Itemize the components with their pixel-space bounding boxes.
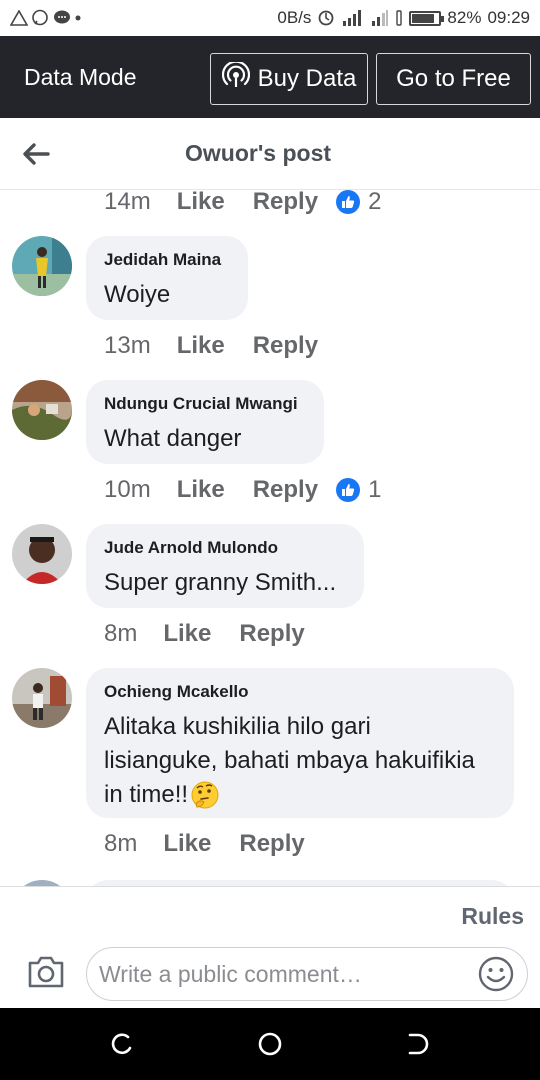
signal-2-icon	[371, 9, 389, 27]
recents-icon	[111, 1033, 132, 1055]
reaction-number: 2	[368, 190, 382, 215]
like-link[interactable]: Like	[163, 620, 211, 648]
avatar[interactable]	[12, 524, 72, 584]
warning-triangle-icon	[10, 10, 28, 26]
signal-icon	[341, 9, 365, 27]
reply-link[interactable]: Reply	[253, 190, 318, 216]
buy-data-label: Buy Data	[257, 65, 357, 92]
data-mode-bar: Data Mode Buy Data Go to Free	[0, 36, 540, 118]
comment-text-line: Alitaka kushikilia hilo gari	[104, 713, 371, 740]
smiley-icon	[478, 956, 514, 992]
like-link[interactable]: Like	[177, 476, 225, 504]
comment-meta-row: 8m Like Reply	[104, 830, 305, 858]
status-right: 0B/s 82% 09:29	[277, 8, 530, 28]
reply-link[interactable]: Reply	[253, 476, 318, 504]
comment-text: What danger	[104, 425, 242, 452]
comment-meta-row: 8m Like Reply	[104, 620, 305, 648]
comment-text: Super granny Smith...	[104, 569, 337, 596]
comment-meta-row: 13m Like Reply	[104, 332, 318, 360]
like-link[interactable]: Like	[163, 830, 211, 858]
reaction-count[interactable]: 2	[336, 190, 381, 216]
battery-level	[412, 13, 434, 23]
dot-icon	[75, 15, 81, 21]
data-mode-title: Data Mode	[24, 63, 137, 90]
comment-bubble[interactable]: Jude Arnold Mulondo Super granny Smith..…	[86, 524, 364, 608]
broadcast-icon	[221, 60, 250, 97]
comment-time: 10m	[104, 476, 151, 503]
comment-author[interactable]: Jedidah Maina	[104, 250, 230, 270]
like-link[interactable]: Like	[177, 332, 225, 360]
comment-author[interactable]: Ochieng Mcakello	[104, 682, 496, 702]
reply-link[interactable]: Reply	[239, 830, 304, 858]
back-nav-icon	[408, 1033, 429, 1055]
chat-icon	[52, 9, 72, 27]
comment-bubble[interactable]: Ochieng Mcakello Alitaka kushikilia hilo…	[86, 668, 514, 818]
comment-composer-area: Rules Write a public comment…	[0, 886, 540, 1008]
camera-icon	[28, 956, 64, 988]
back-nav-button[interactable]	[404, 1030, 432, 1058]
comment-meta-row: 14m Like Reply 2	[104, 190, 381, 216]
thumbs-up-icon	[336, 190, 361, 214]
thumbs-up-icon	[336, 478, 361, 502]
comment-bubble[interactable]: Ndungu Crucial Mwangi What danger	[86, 380, 324, 464]
go-to-free-button[interactable]: Go to Free	[376, 53, 531, 105]
comment-meta-row: 10m Like Reply 1	[104, 476, 381, 504]
avatar[interactable]	[12, 380, 72, 440]
battery-percent: 82%	[447, 8, 482, 27]
comment-text: Alitaka kushikilia hilo gari lisianguke,…	[104, 710, 496, 812]
buy-data-button[interactable]: Buy Data	[210, 53, 368, 105]
status-bar: 0B/s 82% 09:29	[0, 0, 540, 36]
comment-author[interactable]: Ndungu Crucial Mwangi	[104, 394, 306, 414]
go-to-free-label: Go to Free	[396, 65, 511, 92]
comment-input[interactable]: Write a public comment…	[86, 947, 528, 1001]
rules-link[interactable]: Rules	[461, 903, 524, 930]
comment-time: 13m	[104, 332, 151, 359]
reply-link[interactable]: Reply	[239, 620, 304, 648]
thinking-face-emoji-icon	[190, 780, 220, 810]
comment-author[interactable]: Jude Arnold Mulondo	[104, 538, 346, 558]
recents-button[interactable]	[108, 1030, 136, 1058]
network-speed: 0B/s	[277, 8, 312, 27]
clock: 09:29	[487, 8, 530, 27]
messenger-bubble-icon	[31, 9, 49, 27]
reply-link[interactable]: Reply	[253, 332, 318, 360]
comment-bubble[interactable]: Jedidah Maina Woiye	[86, 236, 248, 320]
comment-text-line-text: in time!!	[104, 781, 189, 808]
comments-list: 14m Like Reply 2 Jedidah Maina Woiye 13m…	[0, 190, 540, 886]
like-link[interactable]: Like	[177, 190, 225, 216]
comment-input-placeholder: Write a public comment…	[99, 960, 362, 987]
avatar[interactable]	[12, 668, 72, 728]
reaction-count[interactable]: 1	[336, 476, 381, 504]
vibrate-icon	[395, 10, 403, 26]
post-header: Owuor's post	[0, 118, 540, 190]
comment-time: 8m	[104, 830, 138, 857]
reaction-number: 1	[368, 476, 382, 503]
comment-text-line: lisianguke, bahati mbaya hakuifikia	[104, 747, 475, 774]
comment-time: 8m	[104, 620, 138, 647]
comment-text-line: in time!!	[104, 778, 496, 812]
camera-button[interactable]	[26, 953, 66, 991]
system-nav-bar	[0, 1008, 540, 1080]
status-left	[10, 9, 81, 27]
emoji-button[interactable]	[477, 955, 515, 993]
comment-time: 14m	[104, 190, 151, 215]
home-button[interactable]	[256, 1030, 284, 1058]
comment-text: Woiye	[104, 281, 171, 308]
home-circle-icon	[258, 1032, 282, 1056]
avatar[interactable]	[12, 236, 72, 296]
battery-icon	[409, 10, 445, 26]
sync-icon	[317, 9, 335, 27]
page-title: Owuor's post	[184, 140, 332, 166]
